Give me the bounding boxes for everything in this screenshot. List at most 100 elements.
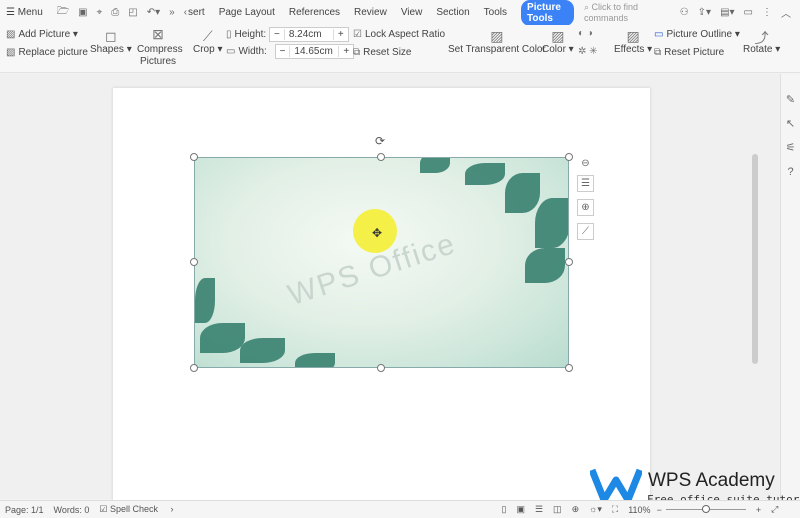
vertical-scrollbar[interactable] <box>752 154 758 364</box>
zoom-slider-knob[interactable] <box>701 505 710 513</box>
tab-section[interactable]: Section <box>436 7 469 18</box>
share-icon[interactable]: ⇪▾ <box>698 7 711 18</box>
rotate-button[interactable]: ⤴ Rotate ▾ <box>743 28 780 55</box>
tab-view[interactable]: View <box>401 7 423 18</box>
book-view-icon[interactable]: ◫ <box>553 504 562 515</box>
lock-aspect-checkbox[interactable]: ☑ Lock Aspect Ratio <box>353 29 445 40</box>
height-input[interactable]: 8.24cm <box>283 29 334 40</box>
resize-handle[interactable] <box>377 153 385 161</box>
height-increase[interactable]: + <box>334 29 348 40</box>
tab-insert[interactable]: sert <box>188 7 205 18</box>
help-icon[interactable]: ? <box>781 160 800 184</box>
width-increase[interactable]: + <box>339 46 353 57</box>
outline-icon: ▭ <box>654 29 664 40</box>
print-icon[interactable]: ⎙ <box>111 7 119 18</box>
web-view-icon[interactable]: ⊕ <box>572 504 580 515</box>
compress-icon: ⊠ <box>152 26 164 42</box>
ribbon: ▨ Add Picture ▾ ▧ Replace picture ◻ Shapes … <box>0 25 800 73</box>
contrast-icon[interactable]: ✲ ✳ <box>578 46 598 57</box>
zoom-slider[interactable] <box>665 505 746 513</box>
replace-picture-button[interactable]: ▧ Replace picture <box>6 47 88 58</box>
height-stepper[interactable]: −8.24cm + <box>268 27 349 42</box>
menu-button[interactable]: ☰ Menu <box>6 7 43 18</box>
scroll-left-icon[interactable]: ‹ <box>184 7 187 18</box>
resize-handle[interactable] <box>190 153 198 161</box>
zoom-level[interactable]: 110% <box>628 505 650 515</box>
zoom-out-button[interactable]: − <box>657 505 662 515</box>
width-input[interactable]: 14.65cm <box>289 46 340 57</box>
reset-size-label: Reset Size <box>363 47 412 58</box>
resize-handle[interactable] <box>565 258 573 266</box>
tab-review[interactable]: Review <box>354 7 387 18</box>
selected-picture[interactable]: WPS Office <box>194 157 569 368</box>
open-icon[interactable]: 🗁 <box>57 4 69 21</box>
zoom-in-button[interactable]: + <box>756 505 761 515</box>
fullscreen-icon[interactable]: ⤢ <box>771 504 778 515</box>
add-picture-button[interactable]: ▨ Add Picture ▾ <box>6 29 78 40</box>
reading-mode-icon[interactable]: ▯ <box>502 504 507 515</box>
height-decrease[interactable]: − <box>270 29 284 40</box>
comment-icon[interactable]: ▭ <box>744 7 753 18</box>
undo-icon[interactable]: ↶▾ <box>147 7 160 18</box>
page-count[interactable]: Page: 1/1 <box>5 505 44 515</box>
crop-label: Crop <box>193 44 215 55</box>
search-commands[interactable]: ⌕ Click to find commands <box>584 2 650 23</box>
leaf <box>200 323 245 353</box>
fit-icon[interactable]: ⛶ <box>612 504 618 515</box>
collapse-ribbon-icon[interactable]: ︿ <box>781 5 791 20</box>
leaf <box>505 173 540 213</box>
leaf <box>420 158 450 173</box>
resize-handle[interactable] <box>565 364 573 372</box>
spell-check-button[interactable]: ☑ Spell Check › <box>99 504 173 515</box>
reset-picture-button[interactable]: ⧉ Reset Picture <box>654 47 724 58</box>
eye-protection-icon[interactable]: ☼▾ <box>589 504 602 515</box>
layout-options-icon[interactable]: ☰ <box>577 175 594 192</box>
tab-page-layout[interactable]: Page Layout <box>219 7 275 18</box>
page-view-icon[interactable]: ▣ <box>516 504 525 515</box>
move-cursor-icon: ✥ <box>372 226 383 240</box>
picture-outline-label: Picture Outline <box>666 29 733 40</box>
resize-handle[interactable] <box>190 258 198 266</box>
resize-handle[interactable] <box>190 364 198 372</box>
color-label: Color <box>542 44 566 55</box>
resize-handle[interactable] <box>377 364 385 372</box>
collapse-float-icon[interactable]: ⊖ <box>577 156 594 173</box>
set-transparent-color-button[interactable]: ▨ Set Transparent Color <box>448 28 546 55</box>
user-icon[interactable]: ⚇ <box>680 7 689 18</box>
shapes-icon: ◻ <box>105 28 117 44</box>
resize-handle[interactable] <box>565 153 573 161</box>
effects-button[interactable]: ▨ Effects ▾ <box>614 28 652 55</box>
leaf <box>240 338 285 363</box>
outline-view-icon[interactable]: ☰ <box>535 504 543 515</box>
shapes-button[interactable]: ◻ Shapes ▾ <box>90 28 132 55</box>
tab-references[interactable]: References <box>289 7 340 18</box>
tab-tools[interactable]: Tools <box>484 7 507 18</box>
set-transparent-label: Set Transparent Color <box>448 44 546 55</box>
picture-outline-button[interactable]: ▭ Picture Outline ▾ <box>654 29 740 40</box>
width-stepper[interactable]: −14.65cm + <box>274 44 355 59</box>
format-painter-icon[interactable]: ⌖ <box>97 7 103 18</box>
reset-size-button[interactable]: ⧉ Reset Size <box>353 47 412 58</box>
more-vertical-icon[interactable]: ⋮ <box>762 7 772 18</box>
edit-icon[interactable]: ✎ <box>781 88 800 112</box>
add-picture-label: Add Picture <box>18 29 71 40</box>
brightness-up-icon[interactable]: ◐ ◑ <box>578 28 593 39</box>
color-button[interactable]: ▨ Color ▾ <box>542 28 574 55</box>
calendar-icon[interactable]: ▤▾ <box>720 7 734 18</box>
rotate-handle-icon[interactable]: ⟳ <box>375 134 385 148</box>
menu-label: Menu <box>17 7 43 18</box>
print-preview-icon[interactable]: ◰ <box>128 7 137 18</box>
tab-picture-tools[interactable]: Picture Tools <box>521 0 574 26</box>
more-icon[interactable]: » <box>169 7 175 18</box>
picture-icon: ▨ <box>6 29 16 40</box>
word-count[interactable]: Words: 0 <box>54 505 90 515</box>
zoom-picture-icon[interactable]: ⊕ <box>577 199 594 216</box>
compress-pictures-button[interactable]: ⊠ Compress Pictures <box>137 26 183 68</box>
adjust-icon[interactable]: ⚟ <box>781 136 800 160</box>
checkbox-checked-icon: ☑ <box>353 29 362 40</box>
crop-button[interactable]: ⟋ Crop ▾ <box>193 28 223 55</box>
save-icon[interactable]: ▣ <box>78 7 87 18</box>
crop-float-icon[interactable]: ⟋ <box>577 223 594 240</box>
select-icon[interactable]: ↖ <box>781 112 800 136</box>
width-decrease[interactable]: − <box>276 46 290 57</box>
